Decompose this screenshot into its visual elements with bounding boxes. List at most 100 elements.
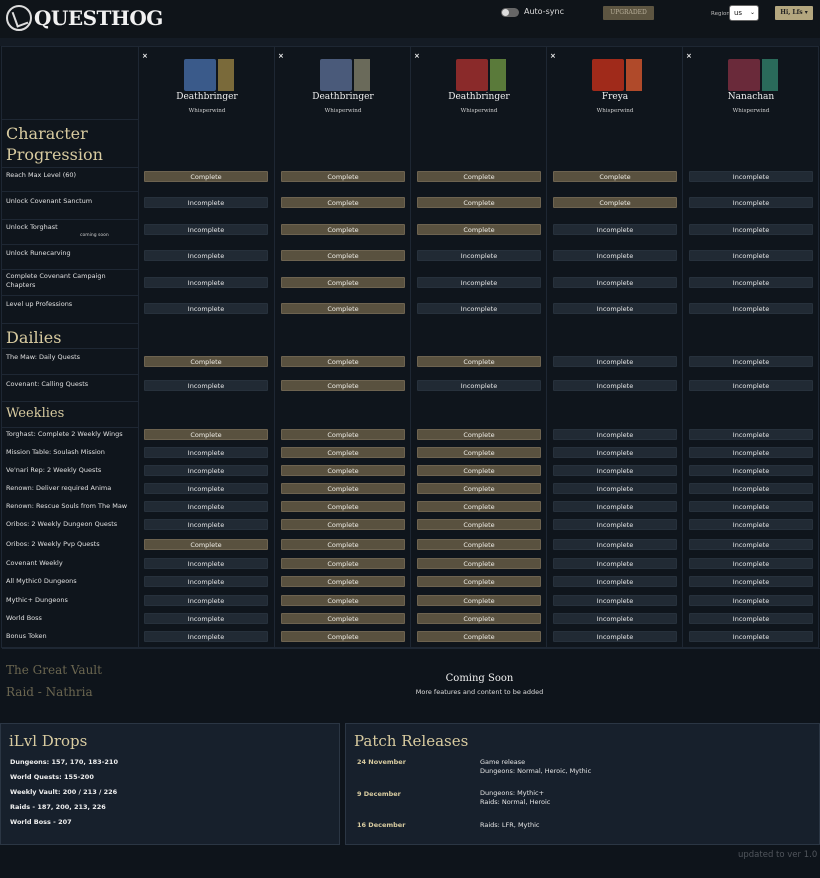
status-incomplete-button[interactable]: Incomplete: [553, 576, 677, 587]
questhog-logo[interactable]: QUESTHOG: [6, 3, 163, 33]
region-select[interactable]: us ⌄: [729, 5, 759, 21]
status-complete-button[interactable]: Complete: [281, 595, 405, 606]
status-incomplete-button[interactable]: Incomplete: [417, 380, 541, 391]
status-incomplete-button[interactable]: Incomplete: [144, 595, 268, 606]
status-incomplete-button[interactable]: Incomplete: [553, 631, 677, 642]
status-incomplete-button[interactable]: Incomplete: [553, 224, 677, 235]
status-complete-button[interactable]: Complete: [281, 519, 405, 530]
status-complete-button[interactable]: Complete: [417, 171, 541, 182]
status-incomplete-button[interactable]: Incomplete: [553, 447, 677, 458]
status-complete-button[interactable]: Complete: [417, 447, 541, 458]
status-complete-button[interactable]: Complete: [281, 250, 405, 261]
status-complete-button[interactable]: Complete: [281, 539, 405, 550]
status-incomplete-button[interactable]: Incomplete: [689, 558, 813, 569]
status-incomplete-button[interactable]: Incomplete: [689, 250, 813, 261]
status-complete-button[interactable]: Complete: [281, 447, 405, 458]
upgraded-button[interactable]: UPGRADED: [603, 6, 654, 20]
remove-character-button[interactable]: ×: [686, 52, 692, 60]
status-complete-button[interactable]: Complete: [417, 356, 541, 367]
status-incomplete-button[interactable]: Incomplete: [553, 501, 677, 512]
status-complete-button[interactable]: Complete: [417, 501, 541, 512]
status-complete-button[interactable]: Complete: [417, 595, 541, 606]
status-complete-button[interactable]: Complete: [281, 501, 405, 512]
autosync-toggle[interactable]: [501, 8, 519, 17]
status-complete-button[interactable]: Complete: [144, 539, 268, 550]
status-incomplete-button[interactable]: Incomplete: [553, 356, 677, 367]
status-incomplete-button[interactable]: Incomplete: [689, 197, 813, 208]
status-incomplete-button[interactable]: Incomplete: [144, 277, 268, 288]
status-incomplete-button[interactable]: Incomplete: [553, 465, 677, 476]
status-complete-button[interactable]: Complete: [417, 519, 541, 530]
status-incomplete-button[interactable]: Incomplete: [144, 501, 268, 512]
status-complete-button[interactable]: Complete: [144, 171, 268, 182]
status-incomplete-button[interactable]: Incomplete: [689, 576, 813, 587]
status-incomplete-button[interactable]: Incomplete: [144, 558, 268, 569]
status-complete-button[interactable]: Complete: [417, 558, 541, 569]
status-complete-button[interactable]: Complete: [281, 277, 405, 288]
status-complete-button[interactable]: Complete: [144, 429, 268, 440]
status-complete-button[interactable]: Complete: [281, 613, 405, 624]
status-incomplete-button[interactable]: Incomplete: [689, 613, 813, 624]
user-menu-button[interactable]: Hi, Lfs ▾: [775, 6, 813, 20]
status-complete-button[interactable]: Complete: [281, 429, 405, 440]
status-incomplete-button[interactable]: Incomplete: [689, 171, 813, 182]
status-incomplete-button[interactable]: Incomplete: [417, 277, 541, 288]
status-complete-button[interactable]: Complete: [417, 465, 541, 476]
status-incomplete-button[interactable]: Incomplete: [553, 613, 677, 624]
status-complete-button[interactable]: Complete: [281, 197, 405, 208]
status-incomplete-button[interactable]: Incomplete: [689, 483, 813, 494]
status-incomplete-button[interactable]: Incomplete: [689, 224, 813, 235]
status-complete-button[interactable]: Complete: [417, 539, 541, 550]
status-incomplete-button[interactable]: Incomplete: [144, 380, 268, 391]
status-incomplete-button[interactable]: Incomplete: [144, 197, 268, 208]
status-complete-button[interactable]: Complete: [417, 429, 541, 440]
status-incomplete-button[interactable]: Incomplete: [689, 501, 813, 512]
status-complete-button[interactable]: Complete: [417, 576, 541, 587]
status-incomplete-button[interactable]: Incomplete: [417, 250, 541, 261]
status-incomplete-button[interactable]: Incomplete: [144, 519, 268, 530]
status-incomplete-button[interactable]: Incomplete: [144, 465, 268, 476]
status-complete-button[interactable]: Complete: [553, 171, 677, 182]
status-incomplete-button[interactable]: Incomplete: [553, 595, 677, 606]
status-complete-button[interactable]: Complete: [144, 356, 268, 367]
status-complete-button[interactable]: Complete: [281, 576, 405, 587]
status-complete-button[interactable]: Complete: [281, 171, 405, 182]
status-incomplete-button[interactable]: Incomplete: [144, 483, 268, 494]
status-incomplete-button[interactable]: Incomplete: [689, 277, 813, 288]
status-incomplete-button[interactable]: Incomplete: [553, 303, 677, 314]
remove-character-button[interactable]: ×: [414, 52, 420, 60]
status-incomplete-button[interactable]: Incomplete: [144, 303, 268, 314]
status-complete-button[interactable]: Complete: [281, 465, 405, 476]
status-incomplete-button[interactable]: Incomplete: [689, 429, 813, 440]
status-incomplete-button[interactable]: Incomplete: [553, 429, 677, 440]
remove-character-button[interactable]: ×: [550, 52, 556, 60]
status-incomplete-button[interactable]: Incomplete: [689, 303, 813, 314]
status-incomplete-button[interactable]: Incomplete: [417, 303, 541, 314]
status-incomplete-button[interactable]: Incomplete: [553, 483, 677, 494]
status-complete-button[interactable]: Complete: [553, 197, 677, 208]
status-incomplete-button[interactable]: Incomplete: [144, 250, 268, 261]
status-complete-button[interactable]: Complete: [417, 483, 541, 494]
status-incomplete-button[interactable]: Incomplete: [553, 380, 677, 391]
remove-character-button[interactable]: ×: [142, 52, 148, 60]
status-complete-button[interactable]: Complete: [281, 224, 405, 235]
status-complete-button[interactable]: Complete: [417, 197, 541, 208]
status-incomplete-button[interactable]: Incomplete: [144, 224, 268, 235]
status-incomplete-button[interactable]: Incomplete: [689, 539, 813, 550]
status-incomplete-button[interactable]: Incomplete: [553, 539, 677, 550]
status-incomplete-button[interactable]: Incomplete: [144, 576, 268, 587]
status-incomplete-button[interactable]: Incomplete: [689, 631, 813, 642]
status-incomplete-button[interactable]: Incomplete: [689, 519, 813, 530]
status-incomplete-button[interactable]: Incomplete: [144, 613, 268, 624]
remove-character-button[interactable]: ×: [278, 52, 284, 60]
status-complete-button[interactable]: Complete: [281, 558, 405, 569]
status-complete-button[interactable]: Complete: [417, 224, 541, 235]
status-incomplete-button[interactable]: Incomplete: [553, 250, 677, 261]
status-incomplete-button[interactable]: Incomplete: [689, 447, 813, 458]
status-incomplete-button[interactable]: Incomplete: [553, 277, 677, 288]
status-incomplete-button[interactable]: Incomplete: [689, 595, 813, 606]
status-incomplete-button[interactable]: Incomplete: [689, 356, 813, 367]
status-complete-button[interactable]: Complete: [281, 303, 405, 314]
status-incomplete-button[interactable]: Incomplete: [144, 631, 268, 642]
status-complete-button[interactable]: Complete: [417, 631, 541, 642]
